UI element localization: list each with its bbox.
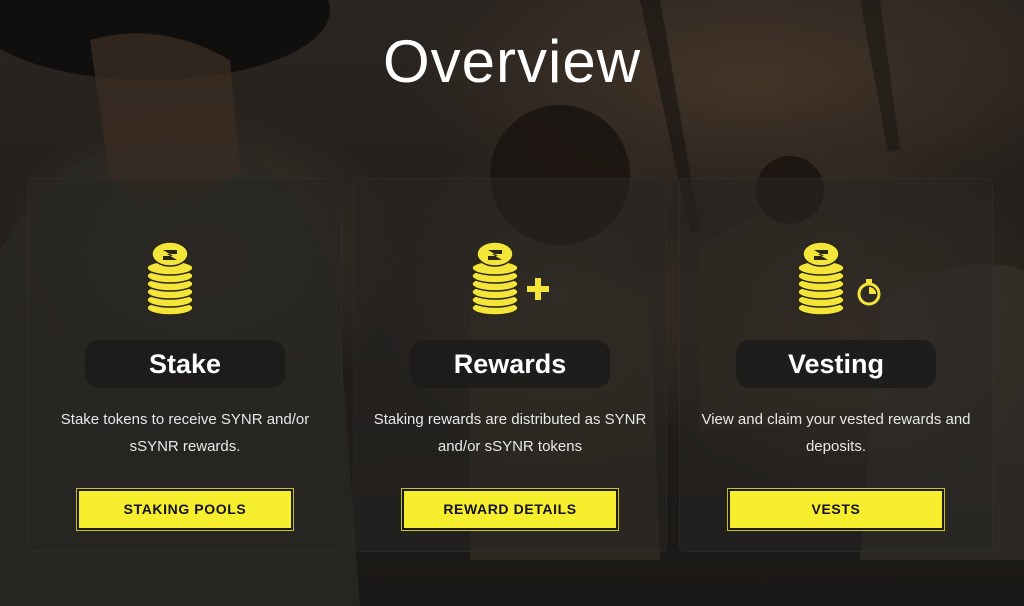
vests-button[interactable]: VESTS — [728, 489, 944, 530]
vesting-card: Vesting View and claim your vested rewar… — [679, 178, 993, 552]
vesting-description: View and claim your vested rewards and d… — [701, 411, 971, 455]
coin-stack-icon — [28, 238, 342, 318]
staking-pools-button[interactable]: STAKING POOLS — [77, 489, 293, 530]
coin-stack-plus-icon — [353, 238, 667, 318]
coin-stack-timer-icon — [679, 238, 993, 318]
stake-description: Stake tokens to receive SYNR and/or sSYN… — [60, 411, 310, 455]
overview-page: Overview Stake Stake tokens to receive S… — [0, 0, 1024, 606]
rewards-description: Staking rewards are distributed as SYNR … — [373, 411, 647, 455]
stake-heading: Stake — [85, 340, 285, 388]
page-title: Overview — [382, 28, 642, 95]
rewards-heading: Rewards — [410, 340, 610, 388]
rewards-card: Rewards Staking rewards are distributed … — [353, 178, 667, 552]
reward-details-button[interactable]: REWARD DETAILS — [402, 489, 618, 530]
timer-icon — [857, 279, 881, 306]
plus-icon — [527, 278, 549, 300]
vesting-heading: Vesting — [736, 340, 936, 388]
stake-card: Stake Stake tokens to receive SYNR and/o… — [28, 178, 342, 552]
